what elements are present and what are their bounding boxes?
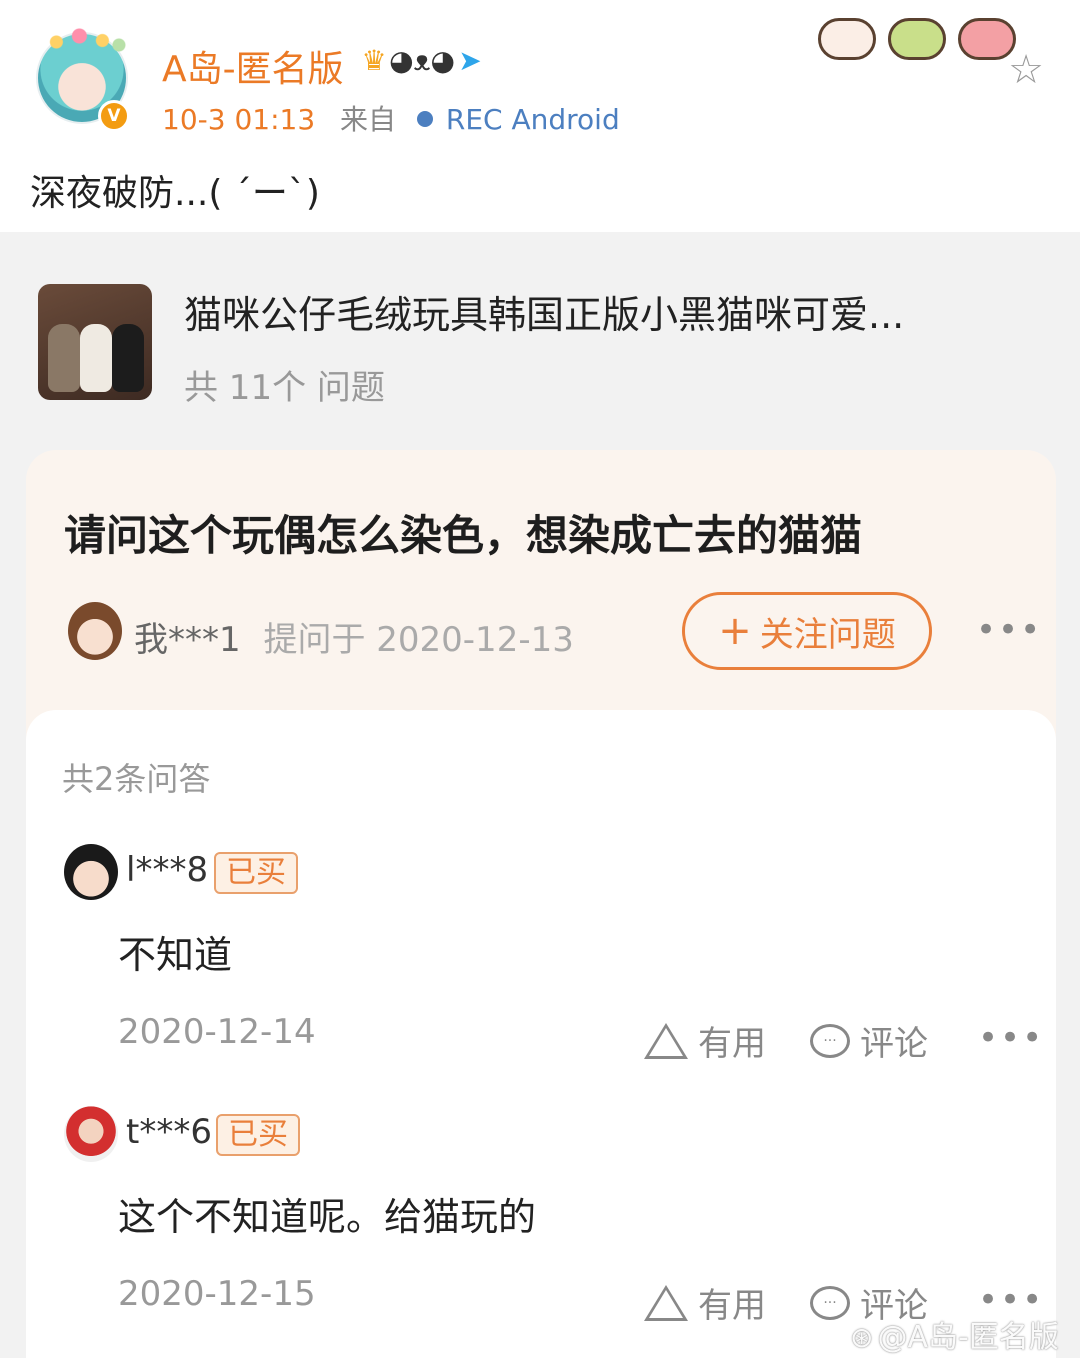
- flower-crown-decoration: [38, 24, 130, 54]
- useful-label: 有用: [698, 1286, 766, 1326]
- answerer-avatar[interactable]: [64, 1106, 118, 1162]
- answerer-name[interactable]: t***6: [126, 1112, 212, 1152]
- comment-bubble-icon: ···: [810, 1023, 850, 1058]
- weibo-post: V A岛-匿名版 ♛ ◕ᴥ◕ ➤ 10-3 01:13 来自 REC Andro…: [0, 0, 1080, 232]
- follow-question-button[interactable]: + 关注问题: [682, 592, 932, 670]
- source-label: 来自: [340, 103, 397, 136]
- answer-date: 2020-12-14: [118, 1012, 316, 1052]
- useful-button[interactable]: 有用: [644, 1016, 766, 1065]
- useful-label: 有用: [698, 1024, 766, 1064]
- sticker-decorations: [818, 18, 1016, 60]
- purchased-badge: 已买: [216, 1114, 300, 1156]
- bear-sticker-icon: [818, 18, 876, 60]
- frog-sticker-icon: [888, 18, 946, 60]
- panda-icon[interactable]: ◕ᴥ◕: [389, 42, 455, 78]
- plush-toy-brown: [48, 324, 80, 392]
- more-options-icon[interactable]: •••: [976, 610, 1042, 650]
- crown-icon[interactable]: ♛: [356, 42, 392, 78]
- asker-name: 我***1: [134, 620, 241, 660]
- question-title: 请问这个玩偶怎么染色，想染成亡去的猫猫: [64, 511, 863, 560]
- question-count: 共 11个 问题: [184, 368, 385, 408]
- product-row[interactable]: 猫咪公仔毛绒玩具韩国正版小黑猫咪可爱... 共 11个 问题: [0, 232, 1080, 442]
- post-time: 10-3 01:13: [162, 103, 316, 136]
- weibo-watermark: ⊛ @A岛-匿名版: [850, 1312, 1059, 1356]
- answer-text: 不知道: [118, 933, 233, 977]
- purchased-badge: 已买: [214, 852, 298, 894]
- post-meta: 10-3 01:13 来自 REC Android: [162, 98, 620, 138]
- answer-count: 共2条问答: [62, 760, 211, 798]
- product-title[interactable]: 猫咪公仔毛绒玩具韩国正版小黑猫咪可爱...: [184, 284, 904, 339]
- answer-text: 这个不知道呢。给猫玩的: [118, 1195, 537, 1239]
- comment-label: 评论: [860, 1024, 928, 1064]
- weibo-logo-icon: ⊛: [850, 1321, 874, 1354]
- answerer-name[interactable]: l***8: [126, 850, 208, 890]
- follow-question-label: 关注问题: [759, 614, 896, 655]
- star-icon[interactable]: ☆: [1004, 48, 1048, 92]
- plush-toy-white: [80, 324, 112, 392]
- paper-plane-icon[interactable]: ➤: [452, 42, 488, 78]
- answer-item: t***6 已买 这个不知道呢。给猫玩的 2020-12-15 有用 ··· 评…: [26, 1106, 1056, 1346]
- answer-item: l***8 已买 不知道 2020-12-14 有用 ··· 评论 •••: [26, 844, 1056, 1084]
- source-device[interactable]: REC Android: [446, 103, 620, 136]
- product-thumbnail[interactable]: [38, 284, 152, 400]
- answer-actions: 有用 ··· 评论: [644, 1016, 928, 1065]
- author-name[interactable]: A岛-匿名版: [162, 40, 344, 92]
- asked-date: 提问于 2020-12-13: [263, 620, 574, 660]
- author-avatar[interactable]: V: [32, 24, 132, 132]
- source-dot-icon: [416, 111, 433, 127]
- watermark-text: @A岛-匿名版: [877, 1320, 1059, 1355]
- verified-badge-icon: V: [98, 100, 130, 132]
- post-text: 深夜破防...( ´ー`): [30, 173, 320, 214]
- answer-date: 2020-12-15: [118, 1274, 316, 1314]
- plus-icon: +: [718, 608, 752, 654]
- answers-panel: 共2条问答 l***8 已买 不知道 2020-12-14 有用 ··· 评论 …: [26, 710, 1056, 1358]
- question-card: 请问这个玩偶怎么染色，想染成亡去的猫猫 我***1 提问于 2020-12-13…: [26, 450, 1056, 750]
- comment-bubble-icon: ···: [810, 1285, 850, 1320]
- answerer-avatar[interactable]: [64, 844, 118, 900]
- triangle-icon: [644, 1022, 688, 1059]
- plush-toy-black: [112, 324, 144, 392]
- asker-avatar[interactable]: [68, 602, 122, 660]
- triangle-icon: [644, 1284, 688, 1321]
- asker-info: 我***1 提问于 2020-12-13: [134, 612, 574, 661]
- more-options-icon[interactable]: •••: [978, 1018, 1044, 1058]
- useful-button[interactable]: 有用: [644, 1278, 766, 1327]
- author-badges: ♛ ◕ᴥ◕ ➤: [356, 42, 488, 78]
- comment-button[interactable]: ··· 评论: [810, 1016, 928, 1065]
